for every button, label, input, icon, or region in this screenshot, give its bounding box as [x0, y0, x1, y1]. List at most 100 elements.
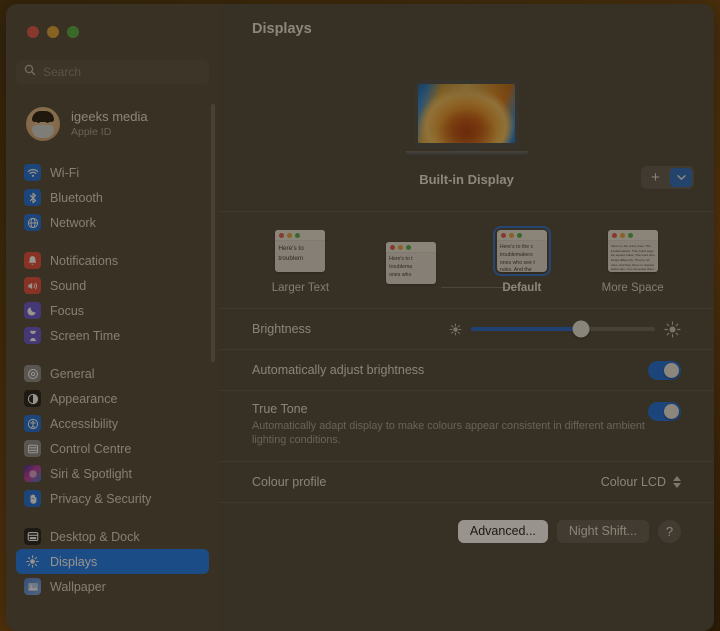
brightness-fill — [471, 327, 582, 331]
display-name: Built-in Display — [419, 172, 514, 187]
search-icon — [24, 63, 36, 81]
desktop-dock-icon — [24, 528, 41, 545]
resolution-option-default[interactable]: Here's to the c troublemakers ones who see… — [476, 226, 568, 294]
preview-traffic-dot — [390, 244, 396, 250]
sidebar-item-label: Desktop & Dock — [50, 529, 140, 544]
preview-text-line: ones who — [389, 271, 412, 278]
minimize-button[interactable] — [47, 26, 59, 38]
resolution-slider-track[interactable] — [441, 287, 519, 288]
sidebar-group: General Appearance Accessibility Control Ce… — [6, 361, 219, 511]
resolution-preview-card[interactable]: Here's to the crazy ones. The troublemake… — [607, 230, 658, 272]
preview-text-line: Here's to t — [389, 256, 413, 262]
account-subtitle: Apple ID — [71, 125, 112, 138]
preview-traffic-dot — [398, 244, 404, 250]
sidebar-item-siri-spotlight[interactable]: Siri & Spotlight — [16, 461, 209, 486]
bluetooth-icon — [24, 189, 41, 206]
resolution-option-more-space[interactable]: Here's to the crazy ones. The troublemake… — [587, 230, 679, 294]
colour-profile-label: Colour profile — [252, 474, 327, 489]
sidebar: igeeks media Apple ID Wi-Fi Bluetooth Netw… — [6, 4, 219, 631]
sidebar-item-desktop-dock[interactable]: Desktop & Dock — [16, 524, 209, 549]
resolution-preview-card[interactable]: Here's to the c troublemakers ones who see… — [492, 226, 551, 276]
sidebar-item-bluetooth[interactable]: Bluetooth — [16, 185, 209, 210]
main-header: Displays — [219, 4, 714, 54]
sidebar-item-label: Focus — [50, 303, 85, 318]
add-display-button[interactable]: + — [643, 168, 668, 187]
chevron-down-icon[interactable] — [670, 168, 692, 187]
resolution-preview-card[interactable]: Here's to troublem — [275, 230, 326, 272]
sidebar-item-privacy-security[interactable]: Privacy & Security — [16, 486, 209, 511]
resolution-preview-card[interactable]: Here's to t troublema ones who — [386, 242, 437, 284]
auto-brightness-toggle[interactable] — [648, 360, 681, 380]
preview-text-body: Here's to t troublema ones who — [386, 253, 436, 279]
contrast-icon — [24, 390, 41, 407]
sidebar-item-wi-fi[interactable]: Wi-Fi — [16, 160, 209, 185]
wallpaper-icon — [24, 578, 41, 595]
brightness-knob[interactable] — [572, 320, 590, 338]
sidebar-group: Notifications Sound Focus Screen Time — [6, 248, 219, 348]
help-button[interactable]: ? — [658, 519, 681, 543]
preview-traffic-dot — [611, 232, 617, 238]
brightness-slider[interactable] — [449, 320, 681, 338]
sidebar-group-separator — [6, 511, 219, 524]
resolution-option-label: More Space — [601, 282, 664, 294]
colour-profile-row: Colour profile Colour LCD — [219, 462, 714, 503]
true-tone-toggle[interactable] — [648, 402, 681, 421]
maximize-button[interactable] — [67, 26, 79, 38]
sidebar-group: Desktop & Dock Displays Wallpaper — [6, 524, 219, 599]
sidebar-item-focus[interactable]: Focus — [16, 298, 209, 323]
sidebar-item-label: Privacy & Security — [50, 491, 152, 506]
preview-text-line: Here's to the crazy ones. The — [610, 244, 651, 248]
sidebar-item-control-centre[interactable]: Control Centre — [16, 436, 209, 461]
sidebar-item-wallpaper[interactable]: Wallpaper — [16, 574, 209, 599]
display-preview-section: Built-in Display + — [219, 54, 714, 212]
sliders-icon — [24, 440, 41, 457]
brightness-label: Brightness — [252, 322, 312, 336]
colour-profile-value: Colour LCD — [600, 474, 666, 489]
macbook-preview[interactable] — [405, 80, 528, 157]
sidebar-item-label: Network — [50, 215, 96, 230]
sidebar-item-label: Accessibility — [50, 416, 119, 431]
moon-icon — [24, 302, 41, 319]
sidebar-item-appearance[interactable]: Appearance — [16, 386, 209, 411]
sidebar-item-general[interactable]: General — [16, 361, 209, 386]
resolution-option-larger-text[interactable]: Here's to troublem Larger Text — [254, 230, 346, 294]
page-title: Displays — [252, 21, 312, 37]
resolution-options: Here's to troublem Larger Text Here's to tt… — [219, 226, 714, 294]
sidebar-scrollbar[interactable] — [211, 104, 215, 362]
avatar — [26, 107, 60, 141]
resolution-section: Here's to troublem Larger Text Here's to tt… — [219, 212, 714, 309]
preview-traffic-dot — [516, 232, 522, 238]
sidebar-item-displays[interactable]: Displays — [16, 549, 209, 574]
brightness-row: Brightness — [219, 309, 714, 350]
system-settings-window: igeeks media Apple ID Wi-Fi Bluetooth Netw… — [6, 4, 714, 631]
hand-icon — [24, 490, 41, 507]
preview-text-line: things differently. They're not — [610, 257, 650, 262]
network-icon — [24, 214, 41, 231]
preview-titlebar — [275, 230, 326, 241]
colour-profile-popup[interactable]: Colour LCD — [601, 475, 681, 489]
night-shift-button[interactable]: Night Shift... — [556, 519, 649, 543]
sidebar-item-network[interactable]: Network — [16, 210, 209, 235]
preview-text-line: troublem — [278, 254, 304, 262]
preview-traffic-dot — [295, 232, 301, 238]
account-row[interactable]: igeeks media Apple ID — [20, 102, 207, 146]
preview-text-body: Here's to the crazy ones. The troublemake… — [608, 241, 658, 272]
advanced-button[interactable]: Advanced... — [457, 519, 548, 543]
brightness-track[interactable] — [471, 320, 655, 338]
search-field[interactable] — [16, 60, 209, 84]
hourglass-icon — [24, 327, 41, 344]
sidebar-item-notifications[interactable]: Notifications — [16, 248, 209, 273]
close-button[interactable] — [27, 26, 39, 38]
preview-text-line: troublema — [389, 263, 413, 270]
sidebar-nav: Wi-Fi Bluetooth Network Notifications Sound F… — [6, 160, 219, 599]
sidebar-item-label: Displays — [50, 554, 98, 569]
sidebar-item-sound[interactable]: Sound — [16, 273, 209, 298]
sidebar-item-label: Bluetooth — [50, 190, 103, 205]
sun-small-icon — [449, 323, 462, 336]
wifi-icon — [24, 164, 41, 181]
sidebar-item-label: Siri & Spotlight — [50, 466, 132, 481]
search-input[interactable] — [43, 65, 201, 79]
sidebar-item-accessibility[interactable]: Accessibility — [16, 411, 209, 436]
resolution-option-label: Larger Text — [271, 282, 330, 294]
sidebar-item-screen-time[interactable]: Screen Time — [16, 323, 209, 348]
